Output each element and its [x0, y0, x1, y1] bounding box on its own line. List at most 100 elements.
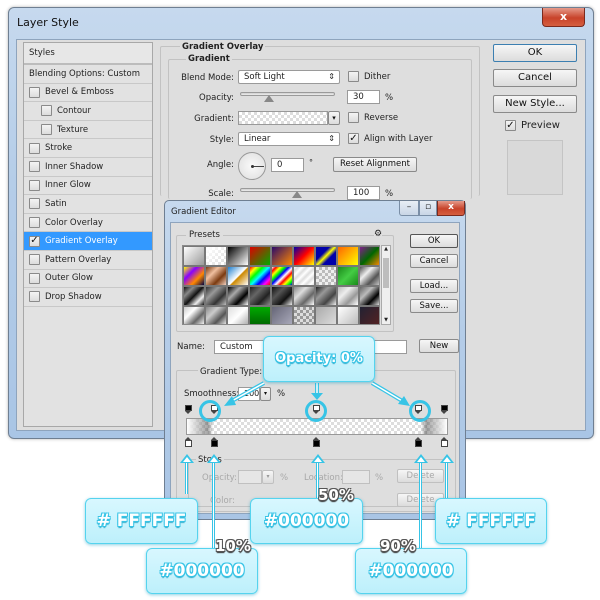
style-item-pattern-overlay[interactable]: Pattern Overlay: [24, 251, 152, 270]
ge-cancel-button[interactable]: Cancel: [410, 254, 458, 268]
scale-slider-thumb[interactable]: [292, 191, 302, 198]
presets-scrollbar[interactable]: ▲ ▼: [381, 245, 391, 325]
load-button[interactable]: Load...: [410, 279, 458, 293]
style-item-stroke[interactable]: Stroke: [24, 139, 152, 158]
color-stop[interactable]: [210, 437, 218, 447]
style-item-color-overlay[interactable]: Color Overlay: [24, 214, 152, 233]
checkbox-icon[interactable]: [29, 291, 40, 303]
opacity-slider[interactable]: [240, 92, 335, 96]
preset-swatch[interactable]: [315, 266, 337, 286]
preset-swatch[interactable]: [315, 306, 337, 324]
color-stop[interactable]: [415, 437, 423, 447]
color-stop[interactable]: [313, 437, 320, 447]
blend-mode-select[interactable]: Soft Light ⇕: [238, 70, 340, 84]
stop-opacity-dropdown[interactable]: ▾: [262, 470, 274, 484]
preset-swatch[interactable]: [315, 286, 337, 306]
checkbox-icon[interactable]: [29, 179, 40, 191]
style-item-outer-glow[interactable]: Outer Glow: [24, 270, 152, 289]
dither-checkbox[interactable]: Dither: [348, 71, 390, 82]
preset-swatch[interactable]: [293, 246, 315, 266]
preset-swatch[interactable]: [249, 266, 271, 286]
preset-swatch[interactable]: [293, 266, 315, 286]
reverse-checkbox[interactable]: Reverse: [348, 112, 398, 123]
preset-swatch[interactable]: [183, 266, 205, 286]
align-with-layer-checkbox[interactable]: ✓ Align with Layer: [348, 133, 432, 144]
preset-swatch[interactable]: [293, 286, 315, 306]
maximize-button[interactable]: ▫: [419, 201, 437, 216]
preset-swatch[interactable]: [359, 266, 379, 286]
preset-swatch[interactable]: [227, 306, 249, 324]
smoothness-dropdown[interactable]: ▾: [260, 387, 271, 401]
preset-swatch[interactable]: [271, 286, 293, 306]
opacity-stop[interactable]: [185, 405, 192, 414]
scale-slider[interactable]: [240, 188, 335, 192]
save-button[interactable]: Save...: [410, 299, 458, 313]
minimize-button[interactable]: –: [399, 201, 419, 216]
style-item-gradient-overlay[interactable]: ✓ Gradient Overlay: [24, 232, 152, 251]
new-style-button[interactable]: New Style...: [493, 95, 577, 113]
opacity-stop[interactable]: [441, 405, 448, 414]
gradient-editor-close-button[interactable]: x: [437, 201, 465, 216]
opacity-slider-thumb[interactable]: [263, 95, 274, 102]
stop-opacity-input[interactable]: [238, 470, 262, 484]
preset-swatch[interactable]: [183, 306, 205, 324]
preset-swatch[interactable]: [337, 246, 359, 266]
reset-alignment-button[interactable]: Reset Alignment: [333, 157, 417, 172]
preset-swatch[interactable]: [227, 266, 249, 286]
checkbox-icon[interactable]: [29, 86, 40, 98]
checkbox-icon[interactable]: [29, 254, 40, 266]
preset-swatch[interactable]: [227, 286, 249, 306]
preset-swatch[interactable]: [359, 286, 379, 306]
cancel-button[interactable]: Cancel: [493, 69, 577, 87]
scroll-down-icon[interactable]: ▼: [382, 317, 390, 323]
preset-swatch[interactable]: [337, 266, 359, 286]
checkbox-icon[interactable]: [29, 161, 40, 173]
preset-swatch[interactable]: [205, 246, 227, 266]
preset-swatch[interactable]: [337, 286, 359, 306]
preset-swatch[interactable]: [293, 306, 315, 324]
style-item-drop-shadow[interactable]: Drop Shadow: [24, 288, 152, 307]
styles-header[interactable]: Styles: [24, 43, 152, 65]
preset-swatch[interactable]: [249, 246, 271, 266]
preset-swatch[interactable]: [205, 286, 227, 306]
scroll-up-icon[interactable]: ▲: [382, 246, 390, 252]
close-button[interactable]: x: [542, 8, 585, 27]
preset-swatch[interactable]: [271, 246, 293, 266]
new-button[interactable]: New: [419, 339, 459, 353]
style-item-texture[interactable]: Texture: [24, 121, 152, 140]
preset-swatch[interactable]: [359, 306, 379, 324]
checkbox-icon[interactable]: [41, 124, 52, 136]
preset-swatch[interactable]: [205, 266, 227, 286]
gradient-dropdown-button[interactable]: ▾: [328, 111, 340, 125]
preset-swatch[interactable]: [271, 306, 293, 324]
checkbox-icon[interactable]: [29, 142, 40, 154]
preview-checkbox[interactable]: ✓ Preview: [505, 120, 560, 131]
style-item-contour[interactable]: Contour: [24, 102, 152, 121]
color-stop[interactable]: [185, 437, 192, 447]
preset-swatch[interactable]: [337, 306, 359, 324]
preset-swatch[interactable]: [359, 246, 379, 266]
gradient-preview[interactable]: [238, 111, 328, 125]
opacity-input[interactable]: 30: [347, 90, 380, 104]
style-select[interactable]: Linear ⇕: [238, 132, 340, 146]
style-item-inner-glow[interactable]: Inner Glow: [24, 177, 152, 196]
blending-options-item[interactable]: Blending Options: Custom: [24, 65, 152, 84]
checkbox-icon[interactable]: [29, 198, 40, 210]
preset-swatch[interactable]: [271, 266, 293, 286]
checkbox-icon[interactable]: [29, 272, 40, 284]
preset-swatch[interactable]: [315, 246, 337, 266]
ge-ok-button[interactable]: OK: [410, 234, 458, 248]
style-item-satin[interactable]: Satin: [24, 195, 152, 214]
color-stop[interactable]: [441, 437, 448, 447]
angle-input[interactable]: 0: [271, 158, 304, 172]
preset-swatch[interactable]: [249, 306, 271, 324]
preset-swatch[interactable]: [227, 246, 249, 266]
preset-swatch[interactable]: [249, 286, 271, 306]
gear-icon[interactable]: ⚙: [374, 229, 383, 239]
checkmark-icon[interactable]: ✓: [29, 235, 40, 247]
ok-button[interactable]: OK: [493, 44, 577, 62]
style-item-inner-shadow[interactable]: Inner Shadow: [24, 158, 152, 177]
scale-input[interactable]: 100: [347, 186, 380, 200]
checkbox-icon[interactable]: [29, 217, 40, 229]
preset-swatch[interactable]: [183, 246, 205, 266]
